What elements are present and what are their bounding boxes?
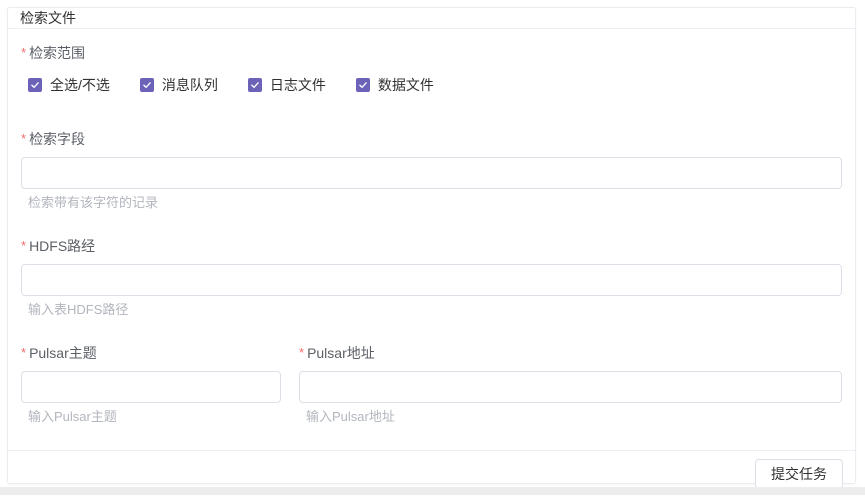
card-title: 检索文件 — [20, 8, 76, 28]
hdfs-path-helper: 输入表HDFS路径 — [21, 301, 842, 319]
checkbox-message-queue[interactable]: 消息队列 — [140, 75, 218, 95]
hdfs-path-label-text: HDFS路经 — [29, 238, 95, 254]
search-field-helper: 检索带有该字符的记录 — [21, 194, 842, 212]
checkbox-label: 消息队列 — [162, 75, 218, 95]
search-field-label-text: 检索字段 — [29, 131, 85, 147]
submit-task-button[interactable]: 提交任务 — [755, 459, 843, 489]
required-asterisk: * — [21, 345, 26, 360]
required-asterisk: * — [21, 131, 26, 146]
pulsar-topic-helper: 输入Pulsar主题 — [21, 408, 281, 426]
required-asterisk: * — [299, 345, 304, 360]
checkbox-label: 数据文件 — [378, 75, 434, 95]
checkbox-select-all[interactable]: 全选/不选 — [28, 75, 110, 95]
checkbox-checked-icon — [248, 78, 262, 92]
form-item-pulsar-address: *Pulsar地址 输入Pulsar地址 — [299, 343, 842, 426]
pulsar-topic-label-text: Pulsar主题 — [29, 345, 97, 361]
pulsar-address-helper: 输入Pulsar地址 — [299, 408, 842, 426]
bottom-strip — [0, 487, 865, 495]
search-field-label: *检索字段 — [21, 129, 842, 149]
checkbox-log-file[interactable]: 日志文件 — [248, 75, 326, 95]
pulsar-address-label: *Pulsar地址 — [299, 343, 842, 363]
required-asterisk: * — [21, 238, 26, 253]
form-item-pulsar-topic: *Pulsar主题 输入Pulsar主题 — [21, 343, 281, 426]
checkbox-checked-icon — [356, 78, 370, 92]
scope-label-text: 检索范围 — [29, 45, 85, 61]
scope-label: *检索范围 — [21, 43, 842, 63]
pulsar-row: *Pulsar主题 输入Pulsar主题 *Pulsar地址 输入Pulsar地… — [21, 343, 842, 450]
page: 检索文件 *检索范围 全选/不选 消息队列 — [0, 0, 865, 491]
form-item-scope: *检索范围 全选/不选 消息队列 日志文件 — [21, 43, 842, 95]
checkbox-checked-icon — [28, 78, 42, 92]
form-item-hdfs-path: *HDFS路经 输入表HDFS路径 — [21, 236, 842, 319]
checkbox-checked-icon — [140, 78, 154, 92]
checkbox-label: 日志文件 — [270, 75, 326, 95]
scope-checkbox-group: 全选/不选 消息队列 日志文件 数据文件 — [21, 75, 842, 95]
pulsar-address-label-text: Pulsar地址 — [307, 345, 375, 361]
pulsar-address-input[interactable] — [299, 371, 842, 403]
pulsar-topic-input[interactable] — [21, 371, 281, 403]
checkbox-data-file[interactable]: 数据文件 — [356, 75, 434, 95]
card-body: *检索范围 全选/不选 消息队列 日志文件 — [8, 29, 855, 450]
required-asterisk: * — [21, 45, 26, 60]
search-field-input[interactable] — [21, 157, 842, 189]
form-item-search-field: *检索字段 检索带有该字符的记录 — [21, 129, 842, 212]
checkbox-label: 全选/不选 — [50, 75, 110, 95]
hdfs-path-label: *HDFS路经 — [21, 236, 842, 256]
hdfs-path-input[interactable] — [21, 264, 842, 296]
search-file-card: 检索文件 *检索范围 全选/不选 消息队列 — [7, 7, 856, 484]
pulsar-topic-label: *Pulsar主题 — [21, 343, 281, 363]
card-header: 检索文件 — [8, 8, 855, 29]
